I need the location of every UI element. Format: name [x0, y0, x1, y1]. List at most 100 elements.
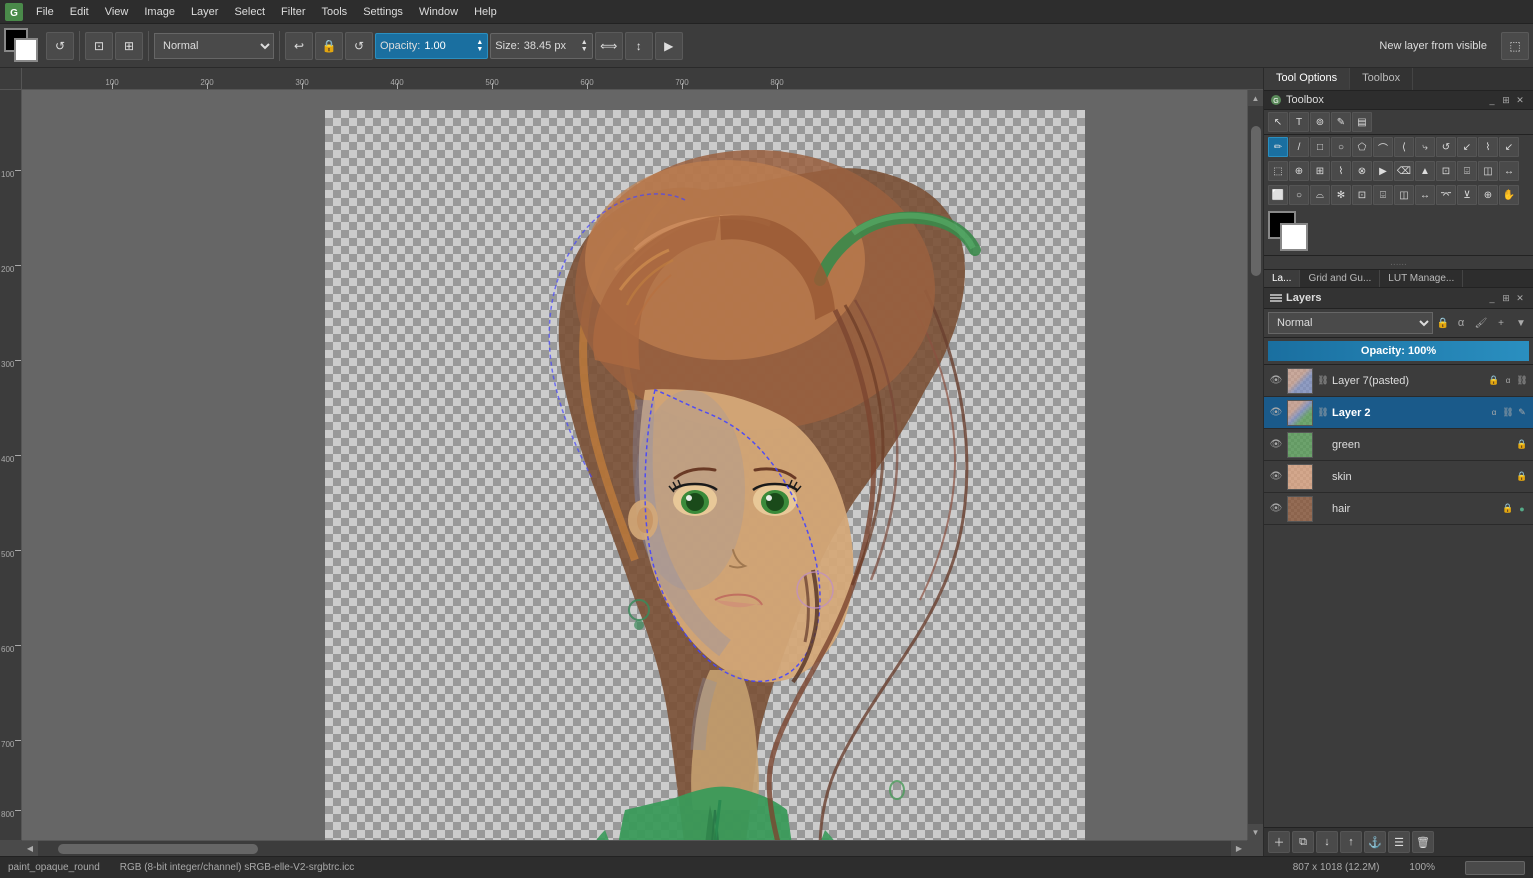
scrollbar-h-thumb[interactable] [58, 844, 258, 854]
paint-dynamics-btn[interactable]: ⊡ [85, 32, 113, 60]
layer-2-edit-btn[interactable]: ✎ [1515, 406, 1529, 420]
tab-tool-options[interactable]: Tool Options [1264, 68, 1350, 90]
refresh-btn[interactable]: ↺ [345, 32, 373, 60]
layer-lock-pos-btn[interactable]: + [1493, 315, 1509, 331]
tool-clone2[interactable]: ⌤ [1436, 185, 1456, 205]
layer-row-skin[interactable]: 👁 · skin 🔒 [1264, 461, 1533, 493]
layer-2-link-btn[interactable]: ⛓ [1501, 406, 1515, 420]
menu-select[interactable]: Select [226, 4, 273, 20]
tool-fuzzy-select[interactable]: ⌒ [1373, 137, 1393, 157]
tool-rotate[interactable]: ⌇ [1331, 161, 1351, 181]
layer-hair-extra-btn[interactable]: ● [1515, 502, 1529, 516]
layers-minimize-btn[interactable]: _ [1485, 291, 1499, 305]
background-color-swatch[interactable] [14, 38, 38, 62]
size-input[interactable] [524, 40, 579, 52]
toolbox-minimize-btn[interactable]: _ [1485, 93, 1499, 107]
merge-layers-btn[interactable]: ☰ [1388, 831, 1410, 853]
menu-layer[interactable]: Layer [183, 4, 227, 20]
tool-free-select[interactable]: ⬠ [1352, 137, 1372, 157]
opacity-up-btn[interactable]: ▲ [476, 39, 483, 46]
new-layer-add-btn[interactable]: ＋ [1268, 831, 1290, 853]
toolbox-close-btn[interactable]: ✕ [1513, 93, 1527, 107]
opacity-slider[interactable]: Opacity: 100% [1268, 341, 1529, 361]
layer-mode-select[interactable]: Normal [1268, 312, 1433, 334]
tool-by-color[interactable]: ⊡ [1352, 185, 1372, 205]
layer-lock-alpha-btn[interactable]: α [1453, 315, 1469, 331]
tab-toolbox[interactable]: Toolbox [1350, 68, 1413, 90]
layer-chevron-btn[interactable]: ▼ [1513, 315, 1529, 331]
tool-free-select2[interactable]: ⌓ [1310, 185, 1330, 205]
lock-brush-btn[interactable]: 🔒 [315, 32, 343, 60]
restore-defaults-btn[interactable]: ↩ [285, 32, 313, 60]
tab-layers[interactable]: La... [1264, 270, 1300, 287]
menu-edit[interactable]: Edit [62, 4, 97, 20]
layers-close-btn[interactable]: ✕ [1513, 291, 1527, 305]
tool-handle-transform[interactable]: ⊡ [1436, 161, 1456, 181]
tool-move[interactable]: ⊕ [1289, 161, 1309, 181]
flip-h-btn[interactable]: ⟺ [595, 32, 623, 60]
tool-text[interactable]: T [1289, 112, 1309, 132]
layers-dock-btn[interactable]: ⊞ [1499, 291, 1513, 305]
tool-zoom[interactable]: ⊕ [1478, 185, 1498, 205]
tool-3d[interactable]: ◫ [1478, 161, 1498, 181]
bg-color-swatch[interactable] [1280, 223, 1308, 251]
flip-v-btn[interactable]: ↕ [625, 32, 653, 60]
tool-select-by-color[interactable]: ⟨ [1394, 137, 1414, 157]
tool-paintbrush[interactable]: ✏ [1268, 137, 1288, 157]
tool-path[interactable]: ↙ [1457, 137, 1477, 157]
scrollbar-horizontal[interactable]: ◀ ▶ [22, 840, 1247, 856]
dynamics-options-btn[interactable]: ⊞ [115, 32, 143, 60]
tool-pointer[interactable]: ↖ [1268, 112, 1288, 132]
layer-row-green[interactable]: 👁 · green 🔒 [1264, 429, 1533, 461]
tool-foreground-select[interactable]: ↺ [1436, 137, 1456, 157]
tool-fuzzy2[interactable]: ✻ [1331, 185, 1351, 205]
new-layer-btn[interactable]: ⬚ [1501, 32, 1529, 60]
tool-scissors[interactable]: ⤷ [1415, 137, 1435, 157]
tool-clone[interactable]: ✎ [1331, 112, 1351, 132]
menu-file[interactable]: File [28, 4, 62, 20]
menu-help[interactable]: Help [466, 4, 505, 20]
tool-perspective[interactable]: ⌫ [1394, 161, 1414, 181]
tab-lut[interactable]: LUT Manage... [1380, 270, 1463, 287]
tool-heal2[interactable]: ⊻ [1457, 185, 1477, 205]
scroll-down-btn[interactable]: ▼ [1248, 824, 1264, 840]
tool-mybrush[interactable]: ◫ [1394, 185, 1414, 205]
tool-crop[interactable]: ⊞ [1310, 161, 1330, 181]
menu-image[interactable]: Image [136, 4, 183, 20]
layer-2-visibility-btn[interactable]: 👁 [1268, 405, 1284, 421]
layer-2-alpha-btn[interactable]: α [1487, 406, 1501, 420]
opacity-input[interactable] [424, 40, 474, 52]
tool-hand[interactable]: ✋ [1499, 185, 1519, 205]
menu-tools[interactable]: Tools [314, 4, 356, 20]
layer-row-2[interactable]: 👁 ⛓ Layer 2 α ⛓ ✎ [1264, 397, 1533, 429]
tool-heal[interactable]: ▤ [1352, 112, 1372, 132]
tool-scale[interactable]: ⊗ [1352, 161, 1372, 181]
tool-ellipse[interactable]: ○ [1331, 137, 1351, 157]
reset-colors-btn[interactable]: ↺ [46, 32, 74, 60]
tool-dodge[interactable]: ↙ [1499, 137, 1519, 157]
menu-view[interactable]: View [97, 4, 137, 20]
menu-settings[interactable]: Settings [355, 4, 411, 20]
tool-smudge[interactable]: ⌇ [1478, 137, 1498, 157]
tool-flip[interactable]: ↔ [1499, 161, 1519, 181]
tool-eraser[interactable]: ↔ [1415, 185, 1435, 205]
tool-rect[interactable]: □ [1310, 137, 1330, 157]
tool-unified-transform[interactable]: ▲ [1415, 161, 1435, 181]
tool-pencil[interactable]: / [1289, 137, 1309, 157]
size-down-btn[interactable]: ▼ [581, 46, 588, 53]
tool-paint[interactable]: ⊚ [1310, 112, 1330, 132]
tab-grid[interactable]: Grid and Gu... [1300, 270, 1380, 287]
zoom-slider[interactable] [1465, 861, 1525, 875]
scroll-right-btn[interactable]: ▶ [1231, 841, 1247, 857]
scrollbar-vertical[interactable]: ▲ ▼ [1247, 90, 1263, 840]
delete-layer-btn[interactable]: 🗑 [1412, 831, 1434, 853]
layer-7-link-btn[interactable]: ⛓ [1515, 374, 1529, 388]
menu-window[interactable]: Window [411, 4, 466, 20]
layer-anchor-btn[interactable]: ⚓ [1364, 831, 1386, 853]
layer-7-visibility-btn[interactable]: 👁 [1268, 373, 1284, 389]
layer-skin-visibility-btn[interactable]: 👁 [1268, 469, 1284, 485]
tool-ink[interactable]: ⌹ [1373, 185, 1393, 205]
opacity-down-btn[interactable]: ▼ [476, 46, 483, 53]
layer-lock-paint-btn[interactable]: 🖌 [1473, 315, 1489, 331]
toolbox-dock-btn[interactable]: ⊞ [1499, 93, 1513, 107]
